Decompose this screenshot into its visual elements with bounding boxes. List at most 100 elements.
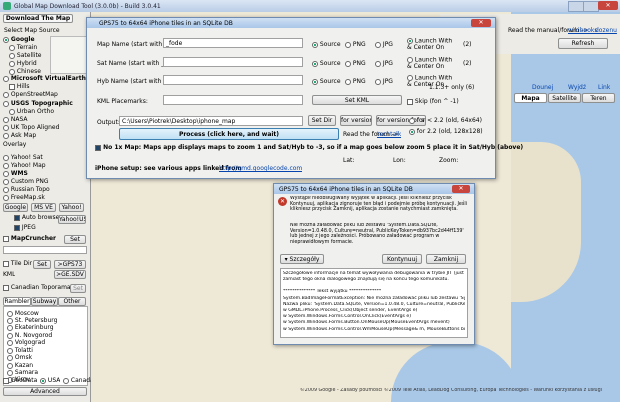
urban-radio[interactable]	[9, 108, 15, 115]
mapcruncher-option[interactable]: MapCruncher	[3, 235, 56, 242]
set-kml-button[interactable]: Set KML	[312, 95, 402, 105]
minimize-button[interactable]	[568, 1, 584, 12]
tab-rambler[interactable]: Rambler	[3, 297, 31, 306]
yahoo-button[interactable]: Yahoo!	[59, 203, 84, 212]
jpg-radio[interactable]	[375, 41, 381, 48]
chinese-radio[interactable]	[9, 68, 15, 75]
usa-radio[interactable]	[40, 377, 46, 384]
chinese-option[interactable]: Chinese	[9, 68, 41, 75]
source-option-2[interactable]: Source	[312, 60, 341, 67]
skip-option[interactable]: Skip (fon ^ -1)	[407, 98, 459, 105]
png-radio[interactable]	[345, 41, 351, 48]
canadian-option[interactable]: Canadian Toporama	[3, 284, 71, 291]
canada-option[interactable]: Canada	[63, 377, 94, 384]
for-version-button[interactable]: for version	[340, 115, 372, 126]
google-button[interactable]: Google	[3, 203, 28, 212]
wms-option[interactable]: WMS	[3, 170, 28, 177]
png-option-3[interactable]: PNG	[345, 78, 366, 85]
tab-map[interactable]: Mapa	[514, 93, 547, 103]
png-radio[interactable]	[345, 78, 351, 85]
jpg-option-2[interactable]: JPG	[375, 60, 393, 67]
satellite-option[interactable]: Satellite	[9, 52, 42, 59]
error-close-button[interactable]: ✕	[452, 185, 470, 193]
city-ekb[interactable]: Ekaterinburg	[7, 324, 54, 331]
details-button[interactable]: ▾ Szczegóły	[280, 254, 324, 264]
city-samara[interactable]: Samara	[7, 369, 38, 376]
google-option[interactable]: Google	[3, 36, 35, 43]
source-radio[interactable]	[312, 41, 318, 48]
yahoo-sat-option[interactable]: Yahoo! Sat	[3, 154, 43, 161]
freemap-option[interactable]: FreeMap.sk	[3, 194, 45, 201]
png-option-1[interactable]: PNG	[345, 41, 366, 48]
auto-browser-option[interactable]: Auto browser	[14, 214, 62, 221]
ios-radio[interactable]	[409, 128, 415, 135]
city-omsk[interactable]: Omsk	[7, 354, 32, 361]
custom-png-radio[interactable]	[3, 178, 9, 185]
jpeg-option[interactable]: JPEG	[14, 224, 36, 231]
city-volgograd[interactable]: Volgograd	[7, 339, 45, 346]
city-radio[interactable]	[7, 369, 13, 376]
jpg-radio[interactable]	[375, 60, 381, 67]
hyb-name-input[interactable]	[163, 75, 303, 85]
google-radio[interactable]	[3, 36, 9, 43]
process-button[interactable]: Process (click here, and wait)	[119, 128, 339, 140]
continue-button[interactable]: Kontynuuj	[382, 254, 422, 264]
terrain-radio[interactable]	[9, 44, 15, 51]
canadian-checkbox[interactable]	[3, 284, 9, 291]
set-dir-button[interactable]: Set Dir	[308, 115, 336, 126]
wikibooks-link[interactable]: wikibooks	[568, 27, 597, 34]
google-side-field[interactable]	[50, 36, 90, 74]
city-radio[interactable]	[7, 310, 13, 317]
techtalk-link[interactable]: techtalk	[377, 131, 401, 138]
ios-option-2[interactable]: for 2.2 (old, 128x128)	[409, 128, 483, 135]
city-moscow[interactable]: Moscow	[7, 310, 39, 317]
canadian-set-button[interactable]: Set	[70, 284, 86, 293]
zoom-in-link[interactable]: Dounej	[532, 84, 553, 91]
setup-link[interactable]: http://gmd.googlecode.com	[219, 165, 302, 172]
nasa-option[interactable]: NASA	[3, 116, 28, 123]
osm-radio[interactable]	[3, 91, 9, 98]
ge-sdv-button[interactable]: >GE.SDV	[54, 270, 86, 279]
jpeg-checkbox[interactable]	[14, 224, 20, 231]
mapcruncher-checkbox[interactable]	[3, 235, 9, 242]
geodata-option[interactable]: GeoData	[3, 377, 37, 384]
tab-satellite[interactable]: Satellite	[548, 93, 581, 103]
mapcruncher-field[interactable]	[3, 246, 87, 254]
ios-radio[interactable]	[409, 117, 415, 124]
geodata-checkbox[interactable]	[3, 377, 9, 384]
city-radio[interactable]	[7, 332, 13, 339]
terrain-option[interactable]: Terrain	[9, 44, 37, 51]
hills-checkbox[interactable]	[9, 83, 15, 90]
ask-option[interactable]: Ask Map	[3, 132, 36, 139]
uk-option[interactable]: UK Topo Aligned	[3, 124, 59, 131]
mapcruncher-set-button[interactable]: Set	[64, 235, 86, 244]
yahoo-map-option[interactable]: Yahoo! Map	[3, 162, 46, 169]
city-radio[interactable]	[7, 324, 13, 331]
output-path-input[interactable]: C:\Users\Piotrek\Desktop\iphone_map	[119, 116, 303, 126]
launch-option-2[interactable]: Launch With & Center On	[407, 57, 457, 70]
error-log[interactable]: Szczegółowe informacje na temat wywoływa…	[280, 268, 468, 338]
zoom-out-link[interactable]: Wyjdź	[568, 84, 586, 91]
advanced-button[interactable]: Advanced	[3, 387, 87, 396]
hybrid-option[interactable]: Hybrid	[9, 60, 37, 67]
osm-option[interactable]: OpenStreetMap	[3, 91, 58, 98]
city-radio[interactable]	[7, 354, 13, 361]
uk-radio[interactable]	[3, 124, 9, 131]
russian-option[interactable]: Russian Topo	[3, 186, 50, 193]
link-link[interactable]: Link	[598, 84, 610, 91]
russian-radio[interactable]	[3, 186, 9, 193]
usgs-radio[interactable]	[3, 100, 9, 107]
freemap-radio[interactable]	[3, 194, 9, 201]
download-tab[interactable]: Download The Map	[3, 14, 73, 23]
ask-radio[interactable]	[3, 132, 9, 139]
hybrid-radio[interactable]	[9, 60, 15, 67]
png-option-2[interactable]: PNG	[345, 60, 366, 67]
tab-terrain[interactable]: Teren	[582, 93, 615, 103]
wms-radio[interactable]	[3, 170, 9, 177]
jpg-option-3[interactable]: JPG	[375, 78, 393, 85]
close-button[interactable]: ✕	[598, 1, 618, 10]
gps-close-button[interactable]: ✕	[471, 19, 491, 27]
dozenu-link[interactable]: dozenu	[595, 27, 617, 34]
tab-other[interactable]: Other	[58, 297, 86, 306]
jpg-option-1[interactable]: JPG	[375, 41, 393, 48]
